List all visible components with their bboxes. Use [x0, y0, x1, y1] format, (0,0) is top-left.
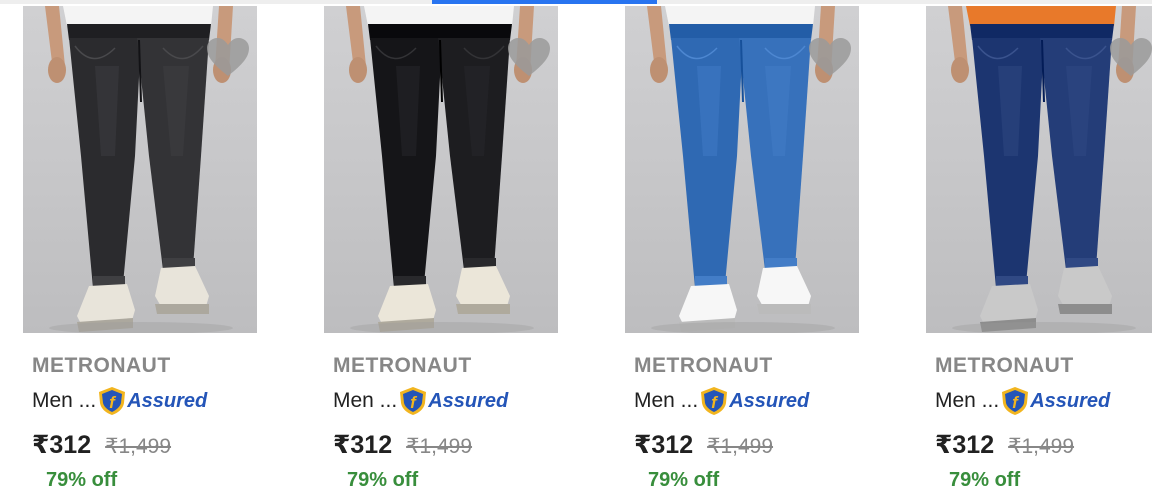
heart-icon[interactable]: [506, 36, 552, 78]
original-price: ₹1,499: [707, 435, 774, 458]
assured-label: Assured: [127, 389, 208, 412]
original-price: ₹1,499: [406, 435, 473, 458]
price-row: ₹312 ₹1,499: [333, 430, 472, 460]
selling-price: ₹312: [333, 431, 393, 459]
assured-shield-icon: f: [701, 387, 728, 415]
product-brand: METRONAUT: [333, 354, 472, 377]
product-title-row: Men ... f Assured: [634, 386, 809, 416]
price-row: ₹312 ₹1,499: [634, 430, 773, 460]
product-title-row: Men ... f Assured: [935, 386, 1110, 416]
product-image[interactable]: [23, 6, 257, 333]
original-price: ₹1,499: [1008, 435, 1075, 458]
selling-price: ₹312: [935, 431, 995, 459]
product-brand: METRONAUT: [935, 354, 1074, 377]
product-image[interactable]: [926, 6, 1152, 333]
discount-label: 79% off: [46, 469, 118, 491]
product-brand: METRONAUT: [32, 354, 171, 377]
selling-price: ₹312: [32, 431, 92, 459]
product-card[interactable]: METRONAUT Men ... f Assured ₹312 ₹1,499 …: [903, 0, 1152, 500]
assured-shield-icon: f: [1002, 387, 1029, 415]
assured-badge: f Assured: [1001, 386, 1110, 416]
assured-label: Assured: [729, 389, 810, 412]
assured-label: Assured: [428, 389, 509, 412]
product-name[interactable]: Men ...: [935, 389, 999, 413]
product-image[interactable]: [625, 6, 859, 333]
heart-icon[interactable]: [807, 36, 853, 78]
price-row: ₹312 ₹1,499: [935, 430, 1074, 460]
assured-badge: f Assured: [399, 386, 508, 416]
assured-label: Assured: [1030, 389, 1111, 412]
assured-badge: f Assured: [98, 386, 207, 416]
discount-label: 79% off: [648, 469, 720, 491]
discount-label: 79% off: [949, 469, 1021, 491]
product-grid: METRONAUT Men ... f Assured ₹312 ₹1,499 …: [0, 0, 1152, 500]
product-brand: METRONAUT: [634, 354, 773, 377]
assured-badge: f Assured: [700, 386, 809, 416]
product-image[interactable]: [324, 6, 558, 333]
product-card[interactable]: METRONAUT Men ... f Assured ₹312 ₹1,499 …: [602, 0, 902, 500]
product-title-row: Men ... f Assured: [333, 386, 508, 416]
assured-shield-icon: f: [99, 387, 126, 415]
heart-icon[interactable]: [1108, 36, 1152, 78]
selling-price: ₹312: [634, 431, 694, 459]
product-card[interactable]: METRONAUT Men ... f Assured ₹312 ₹1,499 …: [0, 0, 300, 500]
assured-shield-icon: f: [400, 387, 427, 415]
product-name[interactable]: Men ...: [32, 389, 96, 413]
price-row: ₹312 ₹1,499: [32, 430, 171, 460]
product-name[interactable]: Men ...: [333, 389, 397, 413]
original-price: ₹1,499: [105, 435, 172, 458]
discount-label: 79% off: [347, 469, 419, 491]
product-title-row: Men ... f Assured: [32, 386, 207, 416]
heart-icon[interactable]: [205, 36, 251, 78]
product-name[interactable]: Men ...: [634, 389, 698, 413]
product-card[interactable]: METRONAUT Men ... f Assured ₹312 ₹1,499 …: [301, 0, 601, 500]
